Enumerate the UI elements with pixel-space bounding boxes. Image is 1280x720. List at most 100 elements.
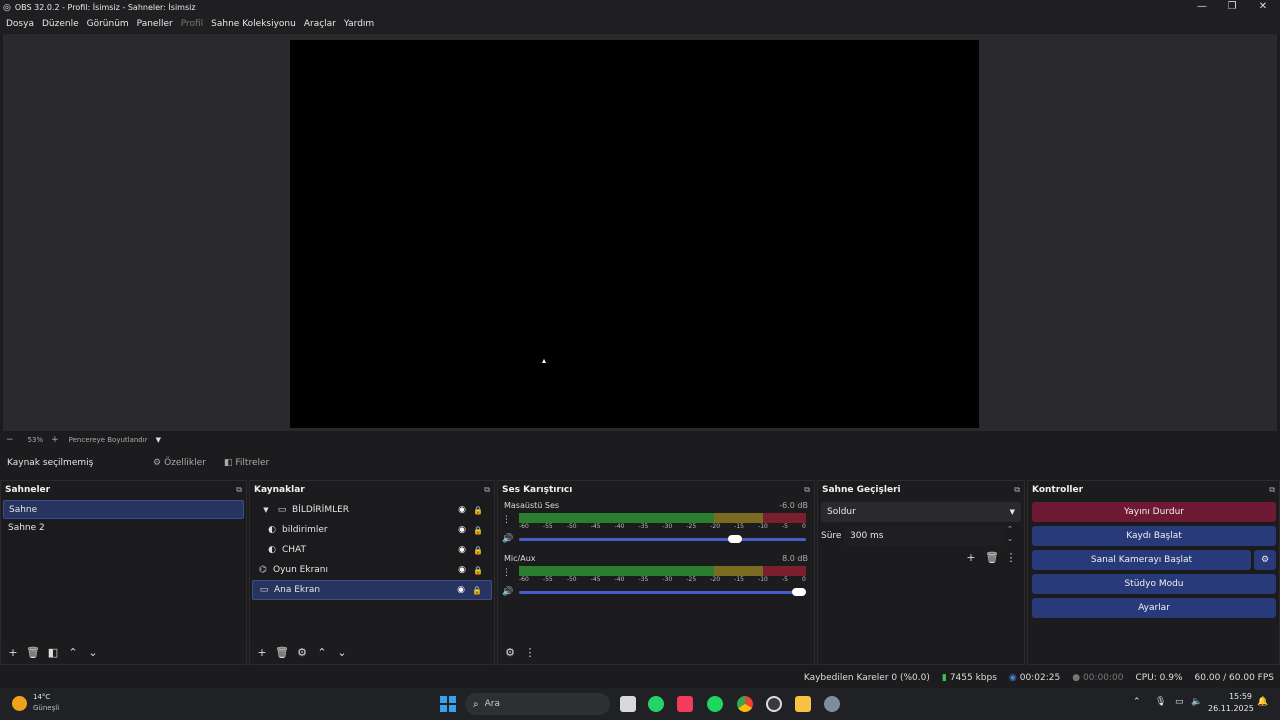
- spotify-icon[interactable]: [707, 696, 723, 712]
- microphone-icon[interactable]: 🎙: [1155, 697, 1166, 707]
- undock-icon[interactable]: ⧉: [484, 485, 490, 495]
- status-bar: Kaybedilen Kareler 0 (%0.0) ▮ 7455 kbps ◉…: [0, 668, 1280, 688]
- add-transition-button[interactable]: +: [963, 550, 979, 566]
- undock-icon[interactable]: ⧉: [236, 485, 242, 495]
- menu-docks[interactable]: Paneller: [137, 19, 173, 29]
- lock-icon[interactable]: 🔒: [472, 586, 482, 595]
- source-item[interactable]: ▼ ▭ BİLDİRİMLER ◉ 🔒: [252, 500, 492, 520]
- menu-file[interactable]: Dosya: [6, 19, 34, 29]
- whatsapp-icon[interactable]: [648, 696, 664, 712]
- browser-icon: ◐: [268, 525, 276, 535]
- more-options-icon[interactable]: ⋮: [502, 515, 511, 525]
- start-virtual-camera-button[interactable]: Sanal Kamerayı Başlat: [1032, 550, 1251, 570]
- chevron-up-icon[interactable]: ⌃: [65, 645, 81, 661]
- settings-app-icon[interactable]: [824, 696, 840, 712]
- music-icon[interactable]: [677, 696, 693, 712]
- volume-slider[interactable]: [519, 535, 806, 543]
- stop-stream-button[interactable]: Yayını Durdur: [1032, 502, 1276, 522]
- lock-icon[interactable]: 🔒: [473, 566, 483, 575]
- file-explorer-icon[interactable]: [795, 696, 811, 712]
- scene-item[interactable]: Sahne: [3, 500, 244, 519]
- menu-edit[interactable]: Düzenle: [42, 19, 79, 29]
- search-box[interactable]: ⌕ Ara: [465, 693, 610, 715]
- gear-icon[interactable]: ⚙: [294, 645, 310, 661]
- lock-icon[interactable]: 🔒: [473, 546, 483, 555]
- network-icon[interactable]: ▭: [1175, 697, 1184, 707]
- transitions-title: Sahne Geçişleri: [822, 484, 901, 495]
- properties-button[interactable]: ⚙ Özellikler: [147, 455, 212, 471]
- title-bar: ◎ OBS 32.0.2 - Profil: İsimsiz - Sahnele…: [0, 0, 1280, 15]
- chevron-up-icon[interactable]: ⌃: [1133, 697, 1141, 707]
- chevron-down-icon[interactable]: ⌄: [1007, 535, 1013, 543]
- filter-icon[interactable]: ◧: [45, 645, 61, 661]
- undock-icon[interactable]: ⧉: [804, 485, 810, 495]
- notification-icon[interactable]: 🔔: [1257, 697, 1268, 707]
- source-item[interactable]: ▭ Ana Ekran ◉ 🔒: [252, 580, 492, 600]
- browser-icon: ◐: [268, 545, 276, 555]
- mixer-channel-mic: Mic/Aux 8.0 dB ⋮ -60 -55 -50 -45 -40 -35 -30 -2…: [502, 554, 810, 606]
- maximize-button[interactable]: ❐: [1217, 0, 1247, 15]
- chevron-up-icon[interactable]: ⌃: [1007, 525, 1013, 533]
- lock-icon[interactable]: 🔒: [473, 506, 483, 515]
- windows-start-icon[interactable]: [440, 696, 456, 712]
- volume-slider[interactable]: [519, 588, 806, 596]
- volume-slider-handle[interactable]: [792, 588, 806, 596]
- more-options-icon[interactable]: ⋮: [1003, 550, 1019, 566]
- virtual-camera-settings-button[interactable]: ⚙: [1254, 550, 1276, 570]
- eye-icon[interactable]: ◉: [458, 525, 466, 535]
- scene-item[interactable]: Sahne 2: [3, 519, 244, 538]
- chrome-icon[interactable]: [737, 696, 753, 712]
- eye-icon[interactable]: ◉: [458, 505, 466, 515]
- studio-mode-button[interactable]: Stüdyo Modu: [1032, 574, 1276, 594]
- clock-date[interactable]: 26.11.2025: [1208, 704, 1254, 713]
- task-view-icon[interactable]: [620, 696, 636, 712]
- chevron-down-icon[interactable]: ▼: [260, 506, 272, 514]
- source-toolbar: Kaynak seçilmemiş ⚙ Özellikler ◧ Filtrel…: [0, 450, 1280, 476]
- trash-icon[interactable]: 🗑: [984, 550, 1000, 566]
- eye-icon[interactable]: ◉: [457, 585, 465, 595]
- volume-slider-handle[interactable]: [728, 535, 742, 543]
- duration-input[interactable]: 300 ms: [844, 526, 1004, 546]
- trash-icon[interactable]: 🗑: [25, 645, 41, 661]
- zoom-mode-label[interactable]: Pencereye Boyutlandır: [69, 436, 148, 444]
- zoom-out-button[interactable]: −: [6, 435, 14, 445]
- source-item[interactable]: ◐ bildirimler ◉ 🔒: [252, 520, 492, 540]
- trash-icon[interactable]: 🗑: [274, 645, 290, 661]
- lock-icon[interactable]: 🔒: [473, 526, 483, 535]
- chevron-down-icon[interactable]: ▼: [156, 436, 161, 444]
- minimize-button[interactable]: —: [1187, 0, 1217, 15]
- chevron-down-icon[interactable]: ⌄: [334, 645, 350, 661]
- menu-view[interactable]: Görünüm: [87, 19, 129, 29]
- eye-icon[interactable]: ◉: [458, 565, 466, 575]
- volume-icon[interactable]: 🔈: [1191, 697, 1202, 707]
- obs-icon[interactable]: [766, 696, 782, 712]
- undock-icon[interactable]: ⧉: [1269, 485, 1275, 495]
- close-button[interactable]: ✕: [1248, 0, 1278, 15]
- add-source-button[interactable]: +: [254, 645, 270, 661]
- menu-profile[interactable]: Profil: [181, 19, 203, 29]
- more-options-icon[interactable]: ⋮: [522, 645, 538, 661]
- speaker-icon[interactable]: 🔊: [502, 534, 513, 544]
- start-record-button[interactable]: Kaydı Başlat: [1032, 526, 1276, 546]
- advanced-audio-icon[interactable]: ⚙: [502, 645, 518, 661]
- weather-icon[interactable]: [12, 696, 27, 711]
- zoom-in-button[interactable]: +: [51, 435, 59, 445]
- chevron-up-icon[interactable]: ⌃: [314, 645, 330, 661]
- add-scene-button[interactable]: +: [5, 645, 21, 661]
- settings-button[interactable]: Ayarlar: [1032, 598, 1276, 618]
- undock-icon[interactable]: ⧉: [1014, 485, 1020, 495]
- speaker-icon[interactable]: 🔊: [502, 587, 513, 597]
- transition-select[interactable]: Soldur ▼: [821, 502, 1021, 522]
- controls-title: Kontroller: [1032, 484, 1084, 495]
- chevron-down-icon[interactable]: ⌄: [85, 645, 101, 661]
- menu-help[interactable]: Yardım: [344, 19, 374, 29]
- source-item[interactable]: ◐ CHAT ◉ 🔒: [252, 540, 492, 560]
- clock-time[interactable]: 15:59: [1214, 692, 1252, 701]
- eye-icon[interactable]: ◉: [458, 545, 466, 555]
- source-item[interactable]: ⌬ Oyun Ekranı ◉ 🔒: [252, 560, 492, 580]
- menu-scene-collection[interactable]: Sahne Koleksiyonu: [211, 19, 296, 29]
- menu-tools[interactable]: Araçlar: [304, 19, 336, 29]
- preview-canvas[interactable]: ▴: [290, 40, 979, 428]
- filters-button[interactable]: ◧ Filtreler: [218, 455, 275, 471]
- more-options-icon[interactable]: ⋮: [502, 568, 511, 578]
